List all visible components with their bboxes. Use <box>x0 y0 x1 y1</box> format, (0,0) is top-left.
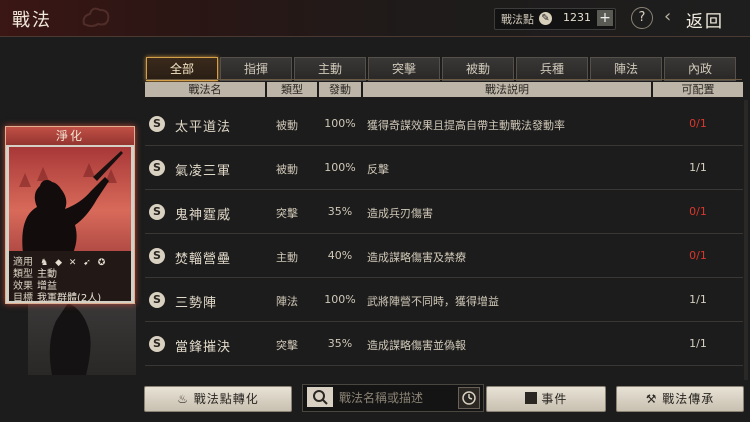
list-scrollbar[interactable] <box>744 100 748 380</box>
tab-formation[interactable]: 陣法 <box>590 57 662 81</box>
info-target: 目標 我軍群體(2人) <box>13 289 101 304</box>
page-title: 戰法 <box>12 10 52 31</box>
history-clock-icon[interactable] <box>458 387 480 409</box>
events-label: 事件 <box>541 392 568 406</box>
tactic-type: 被動 <box>276 119 298 132</box>
tactic-description: 反擊 <box>367 163 389 176</box>
tactic-type: 突擊 <box>276 207 298 220</box>
tactic-config: 1/1 <box>689 161 707 174</box>
s-grade-icon: S <box>149 204 165 220</box>
tactic-config: 1/1 <box>689 337 707 350</box>
back-chevron-icon: ‹ <box>664 6 672 27</box>
points-label: 戰法點 <box>501 13 534 26</box>
tactic-type: 被動 <box>276 163 298 176</box>
column-header-rate: 發動 <box>319 82 361 97</box>
table-row[interactable]: S 鬼神霆威 突擊 35% 造成兵刃傷害 0/1 <box>145 192 743 234</box>
top-bar: 戰法 戰法點 ✎ 1231 + ? ‹ 返回 <box>0 0 750 37</box>
tactic-inherit-button[interactable]: ⚒ 戰法傳承 <box>616 386 744 412</box>
target-label: 目標 <box>13 293 33 304</box>
tab-troop[interactable]: 兵種 <box>516 57 588 81</box>
tactic-type: 突擊 <box>276 339 298 352</box>
card-artwork <box>9 147 131 253</box>
warrior-silhouette-icon <box>19 151 123 253</box>
table-row[interactable]: S 焚輜營壘 主動 40% 造成謀略傷害及禁療 0/1 <box>145 236 743 278</box>
help-button[interactable]: ? <box>631 7 653 29</box>
column-header-config: 可配置 <box>653 82 743 97</box>
next-card-preview[interactable] <box>28 303 136 375</box>
add-points-button[interactable]: + <box>597 10 613 26</box>
s-grade-icon: S <box>149 292 165 308</box>
tactic-type: 主動 <box>276 251 298 264</box>
tactic-name: 鬼神霆威 <box>175 208 232 223</box>
inherit-label: 戰法傳承 <box>662 392 715 406</box>
tactic-name: 太平道法 <box>175 120 232 135</box>
convert-points-button[interactable]: ♨ 戰法點轉化 <box>144 386 292 412</box>
tactic-name: 氣凌三軍 <box>175 164 232 179</box>
target-value: 我軍群體(2人) <box>37 293 102 304</box>
table-row[interactable]: S 太平道法 被動 100% 獲得奇謀效果且提高自帶主動戰法發動率 0/1 <box>145 104 743 146</box>
search-bar <box>302 384 484 412</box>
tactic-description: 造成謀略傷害及禁療 <box>367 251 466 264</box>
table-row[interactable]: S 三勢陣 陣法 100% 武將陣營不同時，獲得增益 1/1 <box>145 280 743 322</box>
column-header-type: 類型 <box>267 82 317 97</box>
silhouette-figure-icon <box>49 303 91 375</box>
tactic-name: 三勢陣 <box>175 296 218 311</box>
column-header-description: 戰法説明 <box>363 82 651 97</box>
cloud-ornament-icon <box>82 7 110 27</box>
search-input[interactable] <box>337 387 457 409</box>
convert-label: 戰法點轉化 <box>193 392 259 406</box>
tactic-config: 0/1 <box>689 117 707 130</box>
flame-icon: ♨ <box>177 392 189 406</box>
s-grade-icon: S <box>149 336 165 352</box>
tactic-rate: 35% <box>327 205 353 218</box>
events-button[interactable]: 事件 <box>486 386 606 412</box>
tabs-divider <box>146 79 742 80</box>
card-title: 淨化 <box>6 127 134 145</box>
tactic-rate: 100% <box>324 293 356 306</box>
back-button[interactable]: ‹ 返回 <box>664 6 742 32</box>
points-coin-icon: ✎ <box>539 12 552 25</box>
tactic-description: 獲得奇謀效果且提高自帶主動戰法發動率 <box>367 119 565 132</box>
tactic-points-box: 戰法點 ✎ 1231 + <box>494 8 616 30</box>
s-grade-icon: S <box>149 248 165 264</box>
tactic-config: 0/1 <box>689 249 707 262</box>
tactic-config: 1/1 <box>689 293 707 306</box>
tab-assault[interactable]: 突擊 <box>368 57 440 81</box>
tab-all[interactable]: 全部 <box>146 57 218 81</box>
tab-passive[interactable]: 被動 <box>442 57 514 81</box>
s-grade-icon: S <box>149 160 165 176</box>
tactic-rate: 100% <box>324 117 356 130</box>
tab-internal[interactable]: 內政 <box>664 57 736 81</box>
tactic-config: 0/1 <box>689 205 707 218</box>
tactic-name: 當鋒摧決 <box>175 340 232 355</box>
points-value: 1231 <box>563 11 591 24</box>
table-row[interactable]: S 當鋒摧決 突擊 35% 造成謀略傷害並偽報 1/1 <box>145 324 743 366</box>
tactic-type: 陣法 <box>276 295 298 308</box>
tactic-card[interactable]: 淨化 適用 ♞ ◆ ✕ ➹ ✪ 類型 主動 效果 增益 目標 我軍群體(2人) <box>5 126 135 304</box>
event-book-icon <box>524 392 537 404</box>
tab-command[interactable]: 指揮 <box>220 57 292 81</box>
s-grade-icon: S <box>149 116 165 132</box>
hammer-icon: ⚒ <box>645 392 658 406</box>
tactic-description: 造成謀略傷害並偽報 <box>367 339 466 352</box>
tab-active[interactable]: 主動 <box>294 57 366 81</box>
tactic-rate: 35% <box>327 337 353 350</box>
search-icon[interactable] <box>307 387 333 407</box>
tactic-rate: 40% <box>327 249 353 262</box>
tactic-description: 造成兵刃傷害 <box>367 207 433 220</box>
card-info-panel: 適用 ♞ ◆ ✕ ➹ ✪ 類型 主動 效果 增益 目標 我軍群體(2人) <box>9 251 131 304</box>
tactic-description: 武將陣營不同時，獲得增益 <box>367 295 499 308</box>
tactic-rate: 100% <box>324 161 356 174</box>
tactic-name: 焚輜營壘 <box>175 252 232 267</box>
category-tabs: 全部 指揮 主動 突擊 被動 兵種 陣法 內政 <box>146 57 742 81</box>
column-header-name: 戰法名 <box>145 82 265 97</box>
back-label: 返回 <box>686 12 724 32</box>
table-row[interactable]: S 氣凌三軍 被動 100% 反擊 1/1 <box>145 148 743 190</box>
